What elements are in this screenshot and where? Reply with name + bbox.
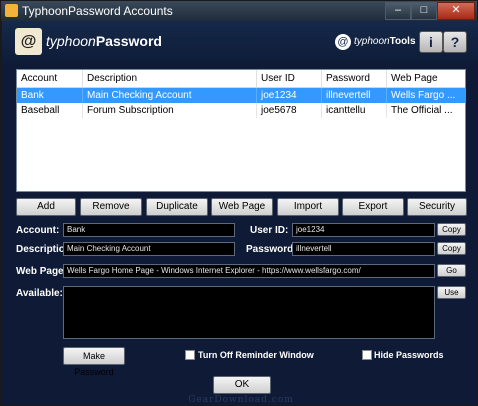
app-window: TyphoonPassword Accounts – □ ✕ @ typhoon… xyxy=(0,0,478,406)
user-id-field[interactable]: joe1234 xyxy=(292,223,435,237)
cell-user-id: joe5678 xyxy=(257,103,322,118)
use-button[interactable]: Use xyxy=(437,286,466,299)
user-id-label: User ID: xyxy=(250,225,289,236)
column-web-page[interactable]: Web Page xyxy=(387,70,465,87)
account-field[interactable]: Bank xyxy=(63,223,235,237)
typhoon-tools-icon: @ xyxy=(335,34,351,50)
cell-description: Main Checking Account xyxy=(83,88,257,103)
hide-passwords-checkbox[interactable] xyxy=(362,350,372,360)
accounts-table[interactable]: Account Description User ID Password Web… xyxy=(16,69,466,192)
available-field[interactable] xyxy=(63,286,435,339)
web-page-label: Web Page: xyxy=(16,266,67,277)
table-header: Account Description User ID Password Web… xyxy=(17,70,465,88)
watermark: GearDownload.com xyxy=(188,395,294,405)
add-button[interactable]: Add xyxy=(16,198,76,216)
hide-passwords-label: Hide Passwords xyxy=(374,350,444,360)
cell-account: Bank xyxy=(17,88,83,103)
tools-suffix: Tools xyxy=(389,36,416,47)
app-icon xyxy=(5,4,18,17)
cell-password: icanttellu xyxy=(322,103,387,118)
cell-account: Baseball xyxy=(17,103,83,118)
copy-user-id-button[interactable]: Copy xyxy=(437,223,466,236)
close-button[interactable]: ✕ xyxy=(437,2,475,20)
web-page-field[interactable]: Wells Fargo Home Page - Windows Internet… xyxy=(63,264,435,278)
security-button[interactable]: Security xyxy=(407,198,467,216)
reminder-checkbox[interactable] xyxy=(185,350,195,360)
cell-description: Forum Subscription xyxy=(83,103,257,118)
column-description[interactable]: Description xyxy=(83,70,257,87)
logo-prefix: typhoon xyxy=(46,33,96,49)
cell-user-id: joe1234 xyxy=(257,88,322,103)
column-password[interactable]: Password xyxy=(322,70,387,87)
title-bar[interactable]: TyphoonPassword Accounts – □ ✕ xyxy=(1,1,477,21)
typhoon-tools-link[interactable]: typhoonTools xyxy=(354,36,416,47)
export-button[interactable]: Export xyxy=(342,198,404,216)
make-password-button[interactable]: Make Password xyxy=(63,347,125,377)
account-label: Account: xyxy=(16,225,60,236)
copy-password-button[interactable]: Copy xyxy=(437,242,466,255)
column-account[interactable]: Account xyxy=(17,70,83,87)
ok-button[interactable]: OK xyxy=(213,376,271,394)
table-row[interactable]: Baseball Forum Subscription joe5678 ican… xyxy=(17,103,465,118)
table-row[interactable]: Bank Main Checking Account joe1234 illne… xyxy=(17,88,465,103)
typhoon-logo-icon: @ xyxy=(15,28,42,55)
available-label: Available: xyxy=(16,288,63,299)
tools-prefix: typhoon xyxy=(354,36,390,47)
remove-button[interactable]: Remove xyxy=(80,198,142,216)
password-label: Password: xyxy=(246,244,297,255)
description-field[interactable]: Main Checking Account xyxy=(63,242,235,256)
help-button[interactable]: ? xyxy=(443,31,467,53)
import-button[interactable]: Import xyxy=(277,198,339,216)
go-button[interactable]: Go xyxy=(437,264,466,277)
cell-password: illnevertell xyxy=(322,88,387,103)
maximize-button[interactable]: □ xyxy=(411,2,437,20)
minimize-button[interactable]: – xyxy=(385,2,411,20)
duplicate-button[interactable]: Duplicate xyxy=(146,198,208,216)
info-button[interactable]: i xyxy=(419,31,443,53)
password-field[interactable]: illnevertell xyxy=(292,242,435,256)
logo-suffix: Password xyxy=(95,33,162,49)
column-user-id[interactable]: User ID xyxy=(257,70,322,87)
header-banner: @ typhoonPassword @ typhoonTools i ? xyxy=(2,21,478,63)
cell-web-page: The Official ... xyxy=(391,105,453,116)
app-logo-text: typhoonPassword xyxy=(46,33,162,49)
web-page-button[interactable]: Web Page xyxy=(211,198,273,216)
reminder-label: Turn Off Reminder Window xyxy=(198,350,314,360)
cell-web-page: Wells Fargo ... xyxy=(391,90,456,101)
window-title: TyphoonPassword Accounts xyxy=(22,4,173,18)
